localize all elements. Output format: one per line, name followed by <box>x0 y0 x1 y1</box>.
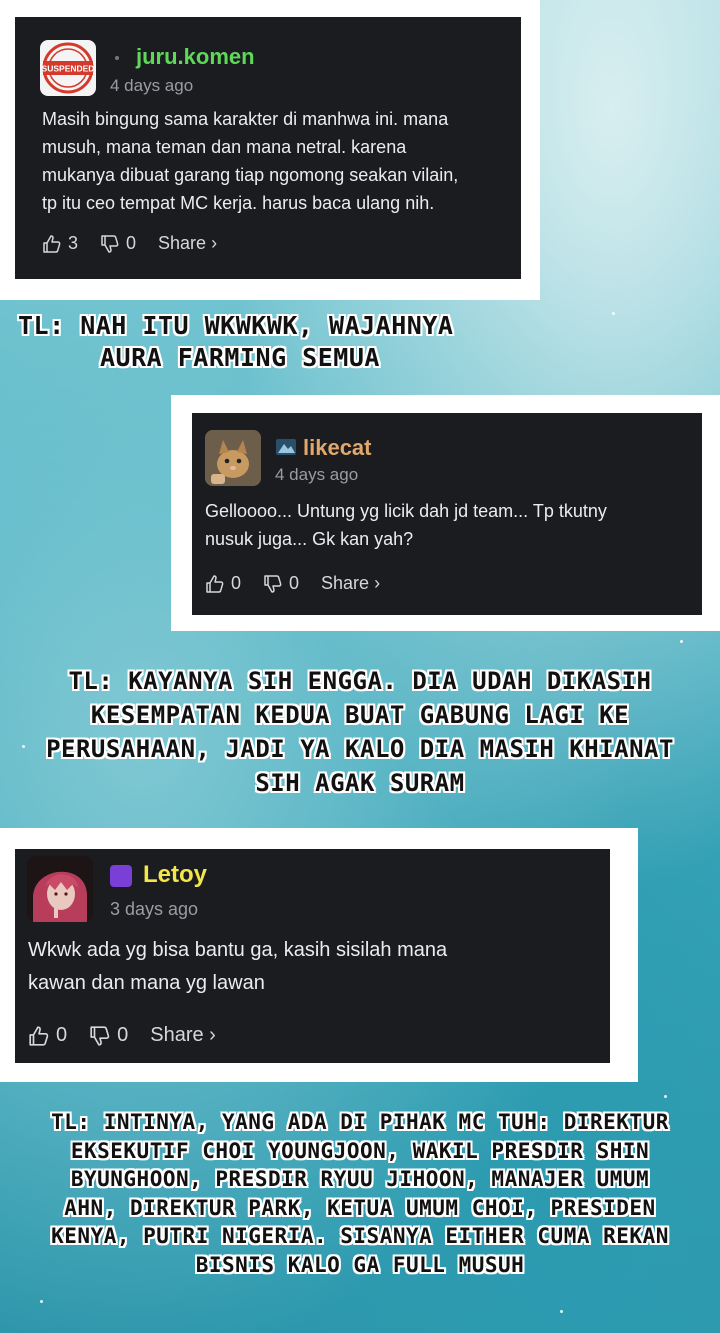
tl-line: BYUNGHOON, PRESDIR RYUU JIHOON, MANAJER … <box>70 1167 650 1191</box>
mountain-badge-icon <box>276 439 296 455</box>
tl-caption: TL: KAYANYA SIH ENGGA. DIA UDAH DIKASIH … <box>0 664 720 800</box>
svg-text:SUSPENDED: SUSPENDED <box>42 64 95 74</box>
comment-text: kawan dan mana yg lawan <box>28 972 265 994</box>
tl-line: TL: INTINYA, YANG ADA DI PIHAK MC TUH: D… <box>51 1110 669 1134</box>
sparkle <box>664 1095 667 1098</box>
username[interactable]: juru.komen <box>136 44 255 70</box>
tl-line: PERUSAHAAN, JADI YA KALO DIA MASIH KHIAN… <box>46 735 674 763</box>
tl-caption: TL: NAH ITU WKWKWK, WAJAHNYA AURA FARMIN… <box>0 310 720 374</box>
tl-line: KENYA, PUTRI NIGERIA. SISANYA EITHER CUM… <box>51 1224 669 1248</box>
like-button[interactable]: 3 <box>42 233 78 254</box>
share-label: Share › <box>321 573 381 593</box>
dislike-count: 0 <box>117 1024 129 1046</box>
like-count: 0 <box>56 1024 68 1046</box>
like-button[interactable]: 0 <box>28 1024 67 1047</box>
sparkle <box>40 1300 43 1303</box>
comment-card: SUSPENDED juru.komen 4 days ago Masih bi… <box>15 17 521 279</box>
username[interactable]: Letoy <box>143 861 207 889</box>
thumbs-down-icon <box>264 574 282 593</box>
tl-line: BISNIS KALO GA FULL MUSUH <box>195 1252 525 1277</box>
tl-caption: TL: INTINYA, YANG ADA DI PIHAK MC TUH: D… <box>0 1108 720 1279</box>
share-button[interactable]: Share › <box>321 573 380 594</box>
suspended-stamp-icon: SUSPENDED <box>42 42 95 94</box>
dislike-button[interactable]: 0 <box>89 1024 128 1047</box>
comment-time: 4 days ago <box>110 76 194 95</box>
share-label: Share › <box>150 1024 216 1046</box>
sparkle <box>560 1310 563 1313</box>
dislike-count: 0 <box>289 573 300 593</box>
share-button[interactable]: Share › <box>158 233 217 254</box>
dislike-count: 0 <box>126 233 137 253</box>
share-label: Share › <box>158 233 218 253</box>
tl-line: TL: NAH ITU WKWKWK, WAJAHNYA <box>18 311 454 340</box>
thumbs-up-icon <box>206 574 224 593</box>
thumbs-down-icon <box>101 234 119 253</box>
comment-card: Letoy 3 days ago Wkwk ada yg bisa bantu … <box>15 849 610 1063</box>
cat-avatar[interactable] <box>205 430 261 486</box>
like-count: 0 <box>231 573 242 593</box>
suspended-avatar[interactable]: SUSPENDED <box>40 40 96 96</box>
tl-line: TL: KAYANYA SIH ENGGA. DIA UDAH DIKASIH <box>68 667 652 695</box>
purple-badge-icon <box>110 865 132 887</box>
anime-avatar[interactable] <box>27 856 93 922</box>
username[interactable]: likecat <box>303 435 372 461</box>
comment-text: Gelloooo... Untung yg licik dah jd team.… <box>205 501 607 521</box>
like-button[interactable]: 0 <box>205 573 241 594</box>
comment-time: 3 days ago <box>110 899 199 919</box>
tl-line: AHN, DIREKTUR PARK, KETUA UMUM CHOI, PRE… <box>64 1195 656 1220</box>
tl-line: EKSEKUTIF CHOI YOUNGJOON, WAKIL PRESDIR … <box>70 1138 650 1163</box>
anime-character-icon <box>27 856 93 922</box>
share-button[interactable]: Share › <box>150 1024 216 1047</box>
cat-icon <box>205 430 261 486</box>
comment-text: Wkwk ada yg bisa bantu ga, kasih sisilah… <box>28 939 448 961</box>
tl-line: KESEMPATAN KEDUA BUAT GABUNG LAGI KE <box>90 701 630 729</box>
thumbs-up-icon <box>29 1025 49 1046</box>
comment-actions: 3 0 Share › <box>42 233 239 254</box>
dislike-button[interactable]: 0 <box>263 573 299 594</box>
tl-line: AURA FARMING SEMUA <box>100 343 380 372</box>
comment-actions: 0 0 Share › <box>205 573 402 594</box>
comment-text: Masih bingung sama karakter di manhwa in… <box>42 109 449 129</box>
comment-text: musuh, mana teman dan mana netral. karen… <box>42 137 407 157</box>
thumbs-down-icon <box>90 1025 110 1046</box>
tl-line: SIH AGAK SURAM <box>255 769 465 797</box>
comment-text: tp itu ceo tempat MC kerja. harus baca u… <box>42 193 435 213</box>
comment-text: mukanya dibuat garang tiap ngomong seaka… <box>42 165 459 185</box>
sparkle <box>680 640 683 643</box>
like-count: 3 <box>68 233 79 253</box>
comment-text: nusuk juga... Gk kan yah? <box>205 529 414 549</box>
badge-icon <box>115 56 119 60</box>
thumbs-up-icon <box>43 234 61 253</box>
comment-actions: 0 0 Share › <box>28 1024 238 1047</box>
comment-card: likecat 4 days ago Gelloooo... Untung yg… <box>192 413 702 615</box>
dislike-button[interactable]: 0 <box>100 233 136 254</box>
comment-time: 4 days ago <box>275 465 359 484</box>
